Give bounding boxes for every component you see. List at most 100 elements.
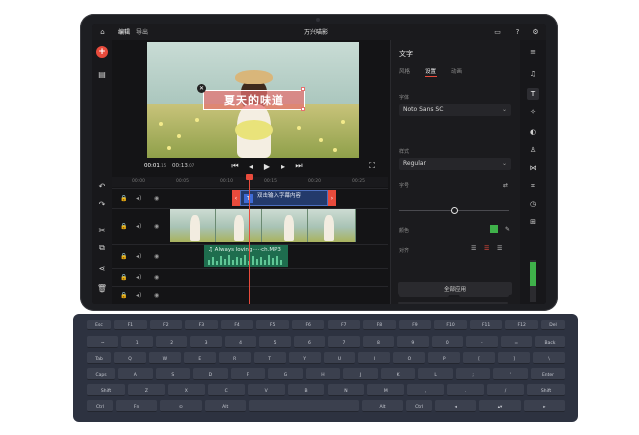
key[interactable]: 8 [362, 336, 395, 348]
tab-style[interactable]: 风格 [399, 67, 410, 75]
key[interactable]: 3 [190, 336, 222, 348]
settings-icon[interactable]: ⚙ [530, 26, 541, 37]
key[interactable]: F8 [363, 320, 396, 330]
key[interactable]: F [230, 368, 266, 380]
key[interactable]: 5 [259, 336, 291, 348]
key[interactable]: Q [114, 352, 146, 364]
key[interactable]: Esc [87, 320, 111, 330]
key[interactable]: Del [541, 320, 565, 330]
copy-icon[interactable]: ⧉ [96, 242, 108, 254]
track-visibility-icon[interactable]: ◉ [154, 274, 159, 281]
key[interactable]: F7 [327, 320, 361, 330]
key[interactable]: 4 [224, 336, 257, 348]
text-clip[interactable]: T 双击输入字幕内容 [240, 190, 328, 206]
track-visibility-icon[interactable]: ◉ [154, 253, 159, 260]
share-icon[interactable]: ⋖ [96, 262, 108, 274]
key[interactable]: Caps [87, 368, 115, 380]
align-right-icon[interactable]: ☰ [497, 245, 502, 252]
align-left-icon[interactable]: ☰ [471, 245, 476, 252]
track-visibility-icon[interactable]: ◉ [154, 195, 159, 202]
style-select[interactable]: Regular ⌄ [399, 158, 511, 170]
music-icon[interactable]: ♫ [527, 68, 539, 80]
key[interactable]: F1 [114, 320, 147, 330]
undo-icon[interactable]: ↶ [96, 180, 108, 192]
key[interactable]: T [253, 352, 286, 364]
track-visibility-icon[interactable]: ◉ [154, 223, 159, 230]
next-frame-icon[interactable]: ▸ [278, 161, 288, 171]
key[interactable]: K [380, 368, 416, 380]
zoom-icon[interactable]: ⊞ [527, 216, 539, 228]
track-lock-icon[interactable]: 🔒 [120, 195, 127, 202]
key[interactable]: 0 [431, 336, 464, 348]
key[interactable]: O [393, 352, 426, 364]
size-reset-icon[interactable]: ⇄ [503, 182, 508, 189]
key[interactable]: , [407, 384, 445, 396]
skip-start-icon[interactable]: ⏮ [230, 161, 240, 171]
key[interactable]: G [268, 368, 303, 380]
skip-end-icon[interactable]: ⏭ [294, 161, 304, 171]
key[interactable]: Shift [527, 384, 565, 396]
track-mute-icon[interactable]: ◂) [136, 274, 141, 281]
apply-all-button[interactable]: 全部应用 [398, 282, 512, 295]
key[interactable]: F3 [185, 320, 218, 330]
key[interactable]: F5 [256, 320, 289, 330]
transition-icon[interactable]: ⋈ [527, 162, 539, 174]
track-mute-icon[interactable]: ◂) [136, 253, 141, 260]
key[interactable]: Fn [116, 400, 158, 412]
key[interactable]: Enter [531, 368, 565, 380]
key[interactable]: 1 [121, 336, 153, 348]
key[interactable]: 2 [155, 336, 188, 348]
key[interactable]: A [118, 368, 153, 380]
key[interactable]: E [183, 352, 216, 364]
video-clip[interactable] [170, 209, 356, 242]
caption-resize-handle[interactable] [301, 87, 305, 91]
key[interactable]: . [447, 384, 485, 396]
key[interactable]: Alt [361, 400, 404, 412]
key[interactable]: / [487, 384, 524, 396]
key[interactable]: P [428, 352, 461, 364]
key[interactable]: ⊙ [160, 400, 202, 412]
key[interactable]: ' [493, 368, 528, 380]
track-mute-icon[interactable]: ◂) [136, 195, 141, 202]
track-lock-icon[interactable]: 🔒 [120, 292, 127, 299]
key[interactable]: D [193, 368, 228, 380]
tab-animation[interactable]: 动画 [451, 67, 462, 75]
key[interactable]: ~ [87, 336, 119, 348]
home-icon[interactable]: ⌂ [97, 26, 108, 37]
track-lock-icon[interactable]: 🔒 [120, 223, 127, 230]
key[interactable]: ; [455, 368, 491, 380]
help-icon[interactable]: ? [512, 26, 523, 37]
key[interactable]: = [500, 336, 532, 348]
key[interactable]: Ctrl [406, 400, 433, 412]
track-visibility-icon[interactable]: ◉ [154, 292, 159, 299]
align-center-icon[interactable]: ☰ [484, 245, 489, 252]
key[interactable]: - [466, 336, 498, 348]
key[interactable]: S [155, 368, 191, 380]
play-icon[interactable]: ▶ [262, 161, 272, 171]
key[interactable]: Y [288, 352, 321, 364]
track-lock-icon[interactable]: 🔒 [120, 253, 127, 260]
key[interactable]: F2 [149, 320, 183, 330]
caption-box[interactable]: 夏天的味道 [203, 90, 305, 110]
split-icon[interactable]: ✂ [96, 224, 108, 236]
fullscreen-icon[interactable]: ⛶ [367, 161, 377, 171]
key[interactable]: [ [463, 352, 496, 364]
track-mute-icon[interactable]: ◂) [136, 223, 141, 230]
key[interactable]: F12 [505, 320, 538, 330]
key[interactable]: Tab [87, 352, 111, 364]
display-icon[interactable]: ▭ [492, 26, 503, 37]
video-preview[interactable]: 夏天的味道 ✕ [147, 42, 359, 158]
key[interactable]: I [358, 352, 391, 364]
key[interactable]: U [323, 352, 356, 364]
key[interactable]: ◂ [435, 400, 477, 412]
key[interactable]: ] [498, 352, 531, 364]
key[interactable]: Alt [204, 400, 246, 412]
space-key[interactable] [248, 400, 359, 412]
text-clip-left-handle[interactable]: ‹ [232, 190, 240, 206]
key[interactable]: ▴▾ [479, 400, 521, 412]
track-mute-icon[interactable]: ◂) [136, 292, 141, 299]
menu-icon[interactable]: ≡ [527, 46, 539, 58]
key[interactable]: F11 [469, 320, 503, 330]
redo-icon[interactable]: ↷ [96, 198, 108, 210]
key[interactable]: X [167, 384, 205, 396]
